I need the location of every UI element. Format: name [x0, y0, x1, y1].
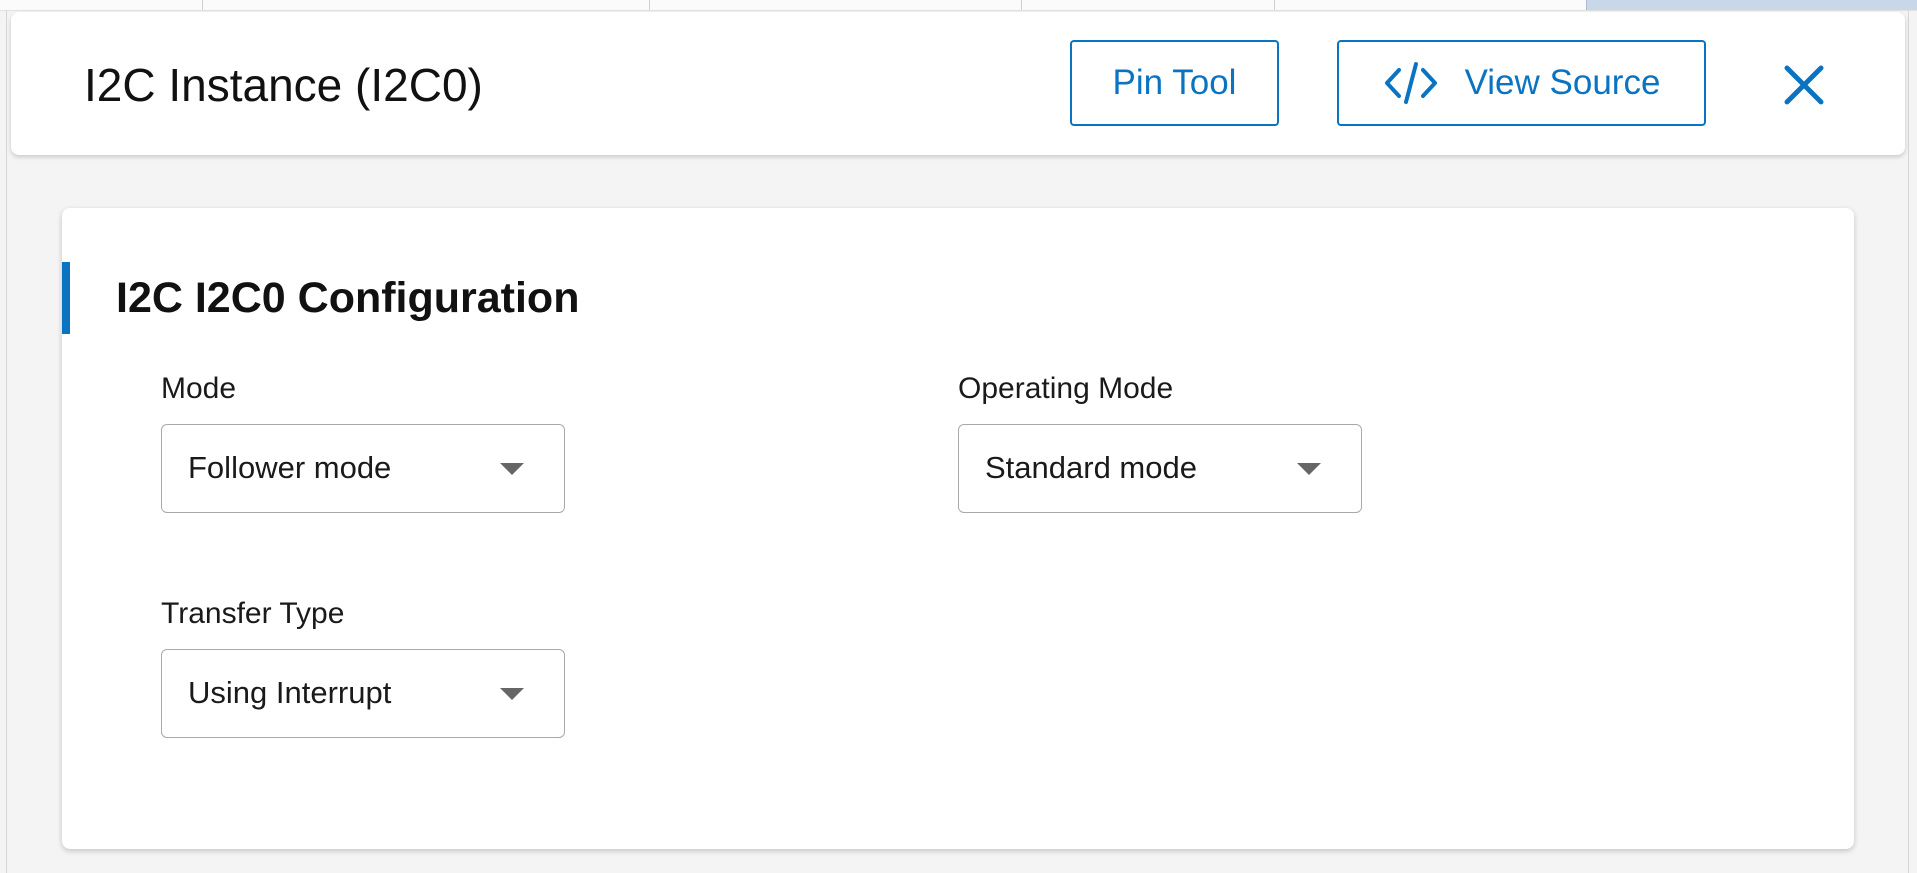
view-source-label: View Source: [1464, 63, 1661, 102]
top-tab-strip: [0, 0, 1917, 11]
operating-mode-label: Operating Mode: [958, 372, 1174, 405]
chevron-down-icon: [1297, 463, 1321, 475]
configuration-panel: I2C I2C0 Configuration Mode Follower mod…: [62, 208, 1854, 849]
transfer-type-select-value: Using Interrupt: [188, 675, 392, 710]
chevron-down-icon: [500, 463, 524, 475]
pin-tool-label: Pin Tool: [1112, 63, 1237, 102]
view-source-button[interactable]: View Source: [1337, 40, 1706, 126]
operating-mode-select-value: Standard mode: [985, 450, 1197, 485]
left-border: [6, 10, 7, 873]
tab-divider: [649, 0, 650, 10]
mode-select[interactable]: Follower mode: [161, 424, 565, 513]
chevron-down-icon: [500, 688, 524, 700]
mode-select-value: Follower mode: [188, 450, 392, 485]
code-icon: [1383, 60, 1439, 106]
section-accent-bar: [62, 262, 70, 334]
right-border: [1908, 10, 1909, 873]
transfer-type-label: Transfer Type: [161, 597, 345, 630]
operating-mode-select[interactable]: Standard mode: [958, 424, 1362, 513]
page-title: I2C Instance (I2C0): [84, 59, 483, 111]
close-icon[interactable]: [1781, 62, 1827, 108]
active-tab-fragment[interactable]: [1586, 0, 1917, 10]
tab-divider: [1021, 0, 1022, 10]
mode-label: Mode: [161, 372, 237, 405]
tab-divider: [202, 0, 203, 10]
section-title: I2C I2C0 Configuration: [116, 274, 580, 322]
tab-divider: [1274, 0, 1275, 10]
transfer-type-select[interactable]: Using Interrupt: [161, 649, 565, 738]
instance-header: I2C Instance (I2C0) Pin Tool View Source: [11, 12, 1905, 155]
pin-tool-button[interactable]: Pin Tool: [1070, 40, 1279, 126]
